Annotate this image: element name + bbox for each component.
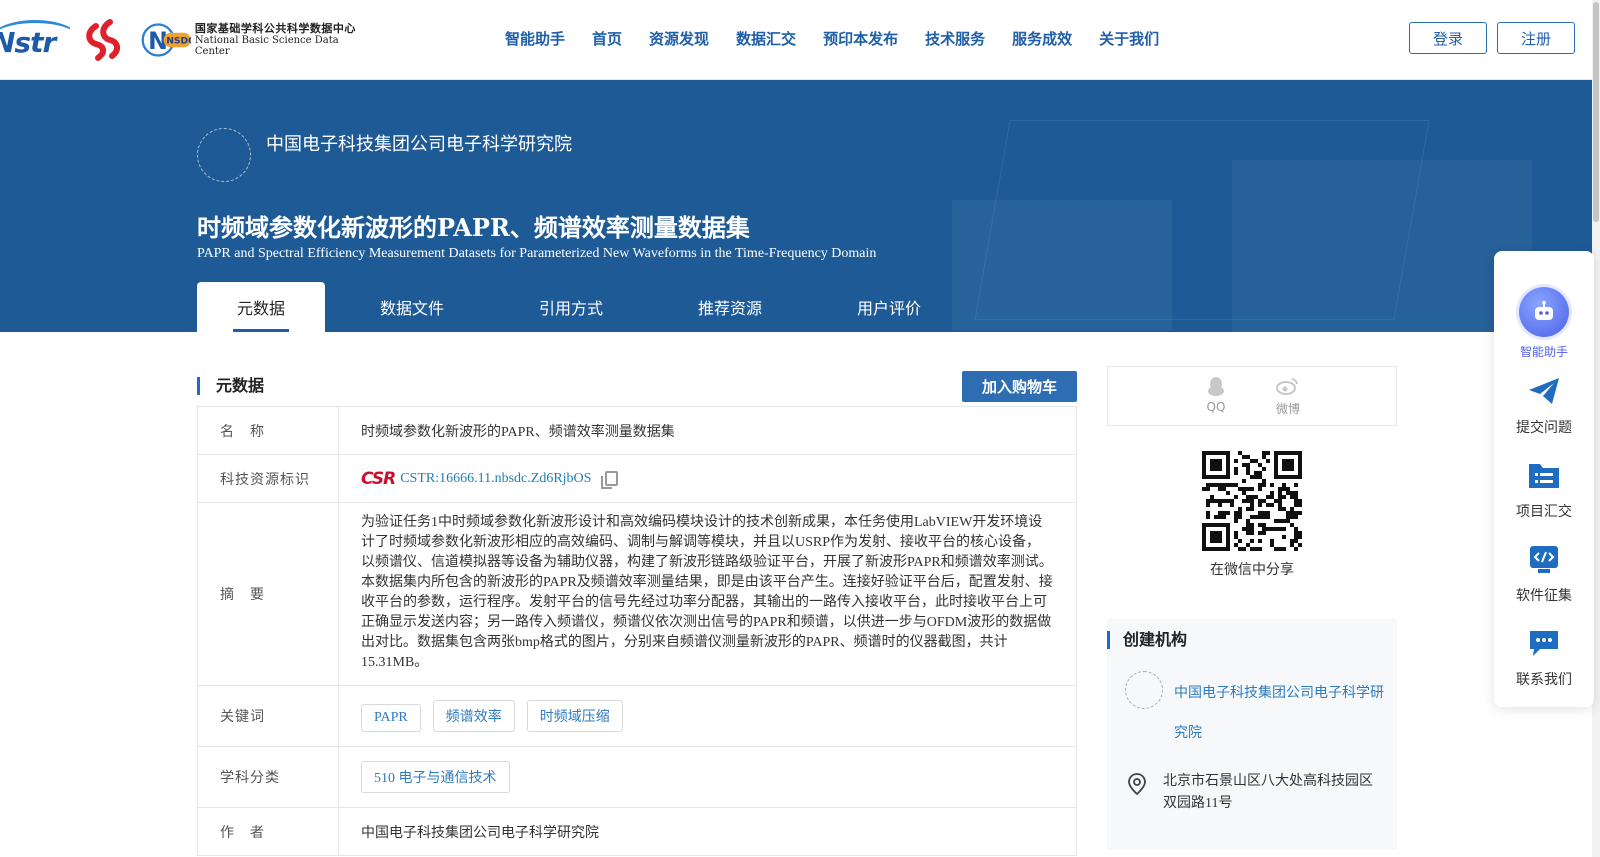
keyword-tag[interactable]: PAPR: [361, 704, 421, 732]
floating-toolbar: 智能助手 提交问题 项目汇交 软件征集 联系我们: [1494, 251, 1594, 707]
tab-recommended[interactable]: 推荐资源: [643, 282, 817, 332]
institution-logo-image: [1125, 671, 1163, 709]
metadata-table: 名 称 时频域参数化新波形的PAPR、频谱效率测量数据集 科技资源标识 CSR …: [197, 406, 1077, 856]
qq-icon: [1208, 377, 1224, 396]
keyword-tag[interactable]: 频谱效率: [432, 700, 515, 732]
share-qq[interactable]: QQ: [1196, 375, 1236, 414]
dataset-tabs: 元数据 数据文件 引用方式 推荐资源 用户评价: [197, 282, 961, 332]
institution-panel: 创建机构 中国电子科技集团公司电子科学研究院 北京市石景山区八大处高科技园区双园…: [1107, 619, 1397, 849]
float-submit-question-label: 提交问题: [1516, 420, 1572, 436]
logo-group: Nstr N NSDC 国家基础学科公共科学数据中心 National Basi…: [0, 18, 360, 62]
nav-service-results[interactable]: 服务成效: [1012, 28, 1072, 49]
nav-data-submission[interactable]: 数据汇交: [736, 28, 796, 49]
row-label-author: 作 者: [197, 807, 339, 856]
chat-bubble-icon: [1530, 631, 1558, 656]
float-software-call-label: 软件征集: [1516, 588, 1572, 604]
org-logo-image: [197, 128, 251, 182]
tab-user-reviews[interactable]: 用户评价: [817, 282, 961, 332]
cstr-cell: CSR CSTR:16666.11.nbsdc.Zd6RjbOS: [338, 454, 1077, 503]
add-to-cart-button[interactable]: 加入购物车: [962, 371, 1077, 402]
nsdc-logo-en: National Basic Science Data Center: [194, 35, 339, 58]
float-ai-assistant-label: 智能助手: [1519, 345, 1568, 359]
metadata-section-title: 元数据: [197, 377, 264, 395]
paper-plane-icon: [1529, 378, 1559, 404]
table-row: 作 者 中国电子科技集团公司电子科学研究院: [197, 807, 1077, 856]
nav-ai-assistant[interactable]: 智能助手: [505, 28, 565, 49]
float-ai-assistant[interactable]: 智能助手: [1494, 287, 1594, 360]
keywords-cell: PAPR 频谱效率 时频域压缩: [338, 685, 1077, 747]
nstr-logo-text: Nstr: [0, 26, 56, 59]
banner-decoration: [952, 200, 1172, 330]
main-nav: 智能助手 首页 资源发现 数据汇交 预印本发布 技术服务 服务成效 关于我们: [505, 28, 1186, 49]
robot-icon: [1519, 287, 1569, 337]
table-row: 科技资源标识 CSR CSTR:16666.11.nbsdc.Zd6RjbOS: [197, 454, 1077, 503]
row-label-abstract: 摘 要: [197, 502, 339, 686]
register-button[interactable]: 注册: [1497, 22, 1575, 54]
wechat-qr-code: [1202, 451, 1302, 551]
s-swirl-logo[interactable]: [82, 18, 126, 62]
abstract-text: 为验证任务1中时频域参数化新波形设计和高效编码模块设计的技术创新成果，本任务使用…: [361, 515, 1053, 670]
scrollbar-thumb[interactable]: [1593, 2, 1599, 222]
location-pin-icon: [1128, 773, 1146, 795]
float-project-submission-label: 项目汇交: [1516, 504, 1572, 520]
code-icon: [1530, 546, 1558, 573]
row-label-subject: 学科分类: [197, 746, 339, 808]
tab-citation[interactable]: 引用方式: [499, 282, 643, 332]
dataset-name-value: 时频域参数化新波形的PAPR、频谱效率测量数据集: [338, 406, 1077, 455]
svg-text:NSDC: NSDC: [166, 37, 191, 47]
float-software-call[interactable]: 软件征集: [1494, 543, 1594, 605]
cstr-identifier-link[interactable]: CSTR:16666.11.nbsdc.Zd6RjbOS: [400, 471, 591, 487]
row-label-name: 名 称: [197, 406, 339, 455]
subject-tag[interactable]: 510 电子与通信技术: [361, 761, 510, 793]
table-row: 学科分类 510 电子与通信技术: [197, 746, 1077, 808]
top-header: Nstr N NSDC 国家基础学科公共科学数据中心 National Basi…: [0, 0, 1600, 80]
table-row: 名 称 时频域参数化新波形的PAPR、频谱效率测量数据集: [197, 406, 1077, 455]
weibo-icon: [1276, 378, 1298, 395]
tab-metadata[interactable]: 元数据: [197, 282, 325, 332]
copy-icon[interactable]: [601, 471, 619, 489]
keyword-tag[interactable]: 时频域压缩: [526, 700, 623, 732]
nav-about-us[interactable]: 关于我们: [1099, 28, 1159, 49]
nav-preprint[interactable]: 预印本发布: [823, 28, 898, 49]
share-weibo-label: 微博: [1275, 402, 1300, 416]
table-row: 摘 要 为验证任务1中时频域参数化新波形设计和高效编码模块设计的技术创新成果，本…: [197, 502, 1077, 686]
cstr-logo-icon: CSR: [361, 468, 396, 489]
nsdc-badge-icon: N NSDC: [141, 23, 191, 57]
dataset-banner: 中国电子科技集团公司电子科学研究院 时频域参数化新波形的PAPR、频谱效率测量数…: [0, 80, 1592, 332]
institution-name-link[interactable]: 中国电子科技集团公司电子科学研究院: [1174, 673, 1384, 753]
nav-home[interactable]: 首页: [592, 28, 622, 49]
tab-data-files[interactable]: 数据文件: [325, 282, 499, 332]
float-project-submission[interactable]: 项目汇交: [1494, 459, 1594, 521]
row-label-keywords: 关键词: [197, 685, 339, 747]
banner-decoration: [1232, 160, 1532, 332]
nsdc-logo[interactable]: N NSDC 国家基础学科公共科学数据中心 National Basic Sci…: [140, 18, 360, 62]
share-panel: QQ 微博: [1107, 366, 1397, 426]
org-name[interactable]: 中国电子科技集团公司电子科学研究院: [266, 130, 572, 156]
nav-tech-services[interactable]: 技术服务: [925, 28, 985, 49]
login-button[interactable]: 登录: [1409, 22, 1487, 54]
float-submit-question[interactable]: 提交问题: [1494, 375, 1594, 437]
float-contact-us[interactable]: 联系我们: [1494, 627, 1594, 689]
institution-title: 创建机构: [1107, 631, 1187, 649]
abstract-cell: 为验证任务1中时频域参数化新波形设计和高效编码模块设计的技术创新成果，本任务使用…: [338, 502, 1077, 686]
share-qq-label: QQ: [1206, 400, 1226, 414]
share-weibo[interactable]: 微博: [1268, 375, 1308, 417]
dataset-title-cn: 时频域参数化新波形的PAPR、频谱效率测量数据集: [197, 213, 750, 242]
float-contact-us-label: 联系我们: [1516, 672, 1572, 688]
nav-resource-discovery[interactable]: 资源发现: [649, 28, 709, 49]
row-label-cstr: 科技资源标识: [197, 454, 339, 503]
folder-list-icon: [1529, 464, 1559, 488]
author-value: 中国电子科技集团公司电子科学研究院: [338, 807, 1077, 856]
nstr-logo[interactable]: Nstr: [0, 18, 70, 62]
wechat-share-label: 在微信中分享: [1210, 562, 1294, 578]
dataset-title-en: PAPR and Spectral Efficiency Measurement…: [197, 246, 877, 261]
table-row: 关键词 PAPR 频谱效率 时频域压缩: [197, 685, 1077, 747]
nsdc-logo-cn: 国家基础学科公共科学数据中心: [194, 21, 356, 35]
subject-cell: 510 电子与通信技术: [338, 746, 1077, 808]
institution-address: 北京市石景山区八大处高科技园区双园路11号: [1163, 774, 1373, 811]
